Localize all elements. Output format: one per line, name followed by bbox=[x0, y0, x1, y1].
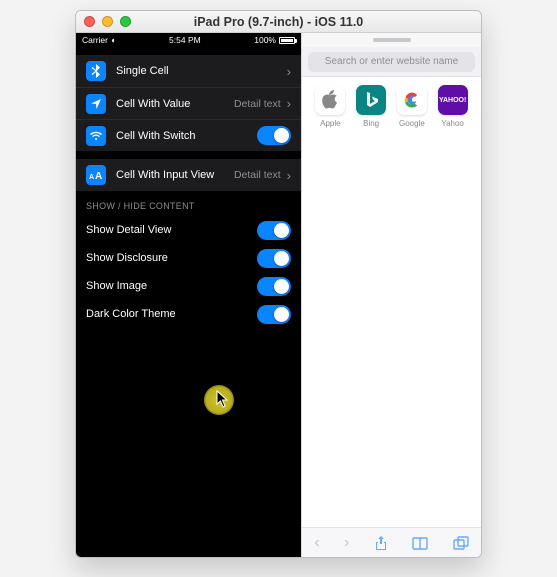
close-icon[interactable] bbox=[84, 16, 95, 27]
favorites-grid: Apple Bing Google bbox=[302, 77, 481, 527]
favorite-label: Yahoo bbox=[441, 119, 464, 128]
toggle-detail-view[interactable]: Show Detail View bbox=[76, 216, 301, 244]
cell-detail: Detail text bbox=[234, 169, 281, 181]
back-icon[interactable]: ‹ bbox=[314, 534, 319, 552]
svg-text:A: A bbox=[89, 174, 94, 180]
switch-toggle[interactable] bbox=[257, 221, 291, 240]
chevron-right-icon: › bbox=[287, 97, 291, 110]
scroll-indicator bbox=[478, 285, 481, 329]
minimize-icon[interactable] bbox=[102, 16, 113, 27]
favorite-google[interactable]: Google bbox=[392, 85, 433, 128]
favorite-label: Apple bbox=[320, 119, 340, 128]
address-bar: Search or enter website name bbox=[302, 47, 481, 77]
section-header: Show / Hide Content bbox=[76, 191, 301, 216]
toggle-disclosure[interactable]: Show Disclosure bbox=[76, 244, 301, 272]
cell-detail: Detail text bbox=[234, 98, 281, 110]
split-handle[interactable] bbox=[302, 33, 481, 47]
favorite-bing[interactable]: Bing bbox=[351, 85, 392, 128]
safari-pane: Search or enter website name Apple Bing bbox=[301, 33, 481, 557]
favorite-apple[interactable]: Apple bbox=[310, 85, 351, 128]
toggle-label: Show Detail View bbox=[86, 224, 257, 236]
toggle-dark-theme[interactable]: Dark Color Theme bbox=[76, 300, 301, 328]
toggle-label: Show Disclosure bbox=[86, 252, 257, 264]
text-size-icon: AA bbox=[86, 165, 106, 185]
chevron-right-icon: › bbox=[287, 65, 291, 78]
app-pane: Carrier ◖ 5:54 PM 100% Single Cell › bbox=[76, 33, 301, 557]
wifi-icon: ◖ bbox=[110, 35, 115, 45]
bookmarks-icon[interactable] bbox=[412, 536, 428, 550]
share-icon[interactable] bbox=[374, 535, 388, 551]
cell-with-value[interactable]: Cell With Value Detail text › bbox=[76, 87, 301, 119]
apple-icon bbox=[315, 85, 345, 115]
search-input[interactable]: Search or enter website name bbox=[308, 52, 475, 72]
traffic-lights bbox=[84, 16, 131, 27]
group-toggles: Show Detail View Show Disclosure Show Im… bbox=[76, 216, 301, 328]
favorite-label: Bing bbox=[363, 119, 379, 128]
bing-icon bbox=[356, 85, 386, 115]
simulator-window: iPad Pro (9.7-inch) - iOS 11.0 Carrier ◖… bbox=[75, 10, 482, 558]
wifi-icon bbox=[86, 126, 106, 146]
cell-label: Cell With Switch bbox=[116, 130, 257, 142]
switch-toggle[interactable] bbox=[257, 126, 291, 145]
forward-icon[interactable]: › bbox=[344, 534, 349, 552]
switch-toggle[interactable] bbox=[257, 305, 291, 324]
google-icon bbox=[397, 85, 427, 115]
cursor-highlight bbox=[204, 385, 234, 415]
battery-percent: 100% bbox=[254, 35, 276, 45]
bluetooth-icon bbox=[86, 61, 106, 81]
window-title: iPad Pro (9.7-inch) - iOS 11.0 bbox=[76, 15, 481, 29]
cell-label: Cell With Value bbox=[116, 98, 234, 110]
toggle-label: Dark Color Theme bbox=[86, 308, 257, 320]
tabs-icon[interactable] bbox=[453, 536, 469, 550]
carrier-label: Carrier ◖ bbox=[82, 35, 116, 45]
chevron-right-icon: › bbox=[287, 169, 291, 182]
battery-icon bbox=[279, 37, 295, 44]
cell-label: Cell With Input View bbox=[116, 169, 234, 181]
switch-toggle[interactable] bbox=[257, 249, 291, 268]
cell-with-switch[interactable]: Cell With Switch bbox=[76, 119, 301, 151]
toggle-label: Show Image bbox=[86, 280, 257, 292]
favorite-yahoo[interactable]: YAHOO! Yahoo bbox=[432, 85, 473, 128]
favorite-label: Google bbox=[399, 119, 425, 128]
titlebar[interactable]: iPad Pro (9.7-inch) - iOS 11.0 bbox=[76, 11, 481, 33]
svg-text:A: A bbox=[95, 171, 102, 180]
status-bar: Carrier ◖ 5:54 PM 100% bbox=[76, 33, 301, 47]
safari-toolbar: ‹ › bbox=[302, 527, 481, 557]
clock: 5:54 PM bbox=[169, 35, 201, 45]
zoom-icon[interactable] bbox=[120, 16, 131, 27]
switch-toggle[interactable] bbox=[257, 277, 291, 296]
cell-single[interactable]: Single Cell › bbox=[76, 55, 301, 87]
group-2: AA Cell With Input View Detail text › bbox=[76, 159, 301, 191]
toggle-image[interactable]: Show Image bbox=[76, 272, 301, 300]
grabber-icon bbox=[373, 38, 411, 42]
yahoo-icon: YAHOO! bbox=[438, 85, 468, 115]
cell-label: Single Cell bbox=[116, 65, 285, 77]
location-icon bbox=[86, 94, 106, 114]
group-1: Single Cell › Cell With Value Detail tex… bbox=[76, 55, 301, 151]
cell-input-view[interactable]: AA Cell With Input View Detail text › bbox=[76, 159, 301, 191]
